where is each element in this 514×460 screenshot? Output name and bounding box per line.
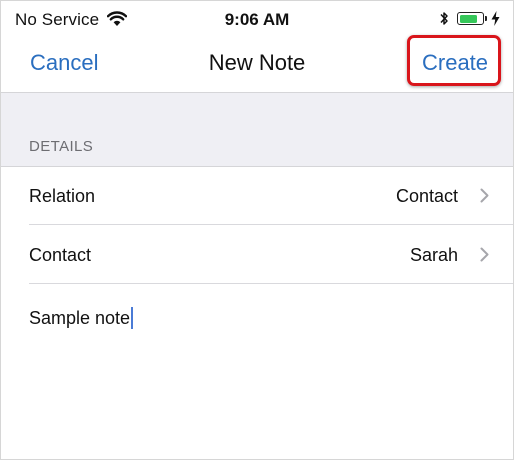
note-textarea[interactable]: Sample note (1, 285, 513, 459)
section-title: DETAILS (29, 138, 94, 155)
relation-label: Relation (29, 186, 96, 206)
navigation-bar: Cancel New Note Create (1, 35, 513, 93)
contact-label: Contact (29, 245, 92, 265)
charging-bolt-icon (491, 11, 500, 31)
battery-icon (457, 12, 484, 25)
relation-row[interactable]: Relation Contact (1, 167, 513, 225)
relation-value: Contact (395, 186, 458, 206)
status-bar: No Service 9:06 AM (1, 1, 513, 39)
chevron-right-icon (480, 247, 489, 267)
row-divider (29, 283, 513, 284)
contact-row[interactable]: Contact Sarah (1, 226, 513, 284)
bluetooth-icon (439, 10, 449, 32)
battery-level (459, 14, 478, 23)
note-content: Sample note (29, 308, 131, 328)
battery-cap (485, 16, 487, 21)
app-frame: No Service 9:06 AM Cancel New Note Creat… (0, 0, 514, 460)
clock: 9:06 AM (224, 10, 290, 29)
details-section-header: DETAILS (1, 93, 513, 167)
chevron-right-icon (480, 188, 489, 208)
contact-value: Sarah (409, 245, 458, 265)
row-divider (29, 224, 513, 225)
note-text: Sample note (29, 307, 134, 329)
create-button[interactable]: Create (422, 50, 488, 76)
text-cursor (131, 307, 134, 329)
